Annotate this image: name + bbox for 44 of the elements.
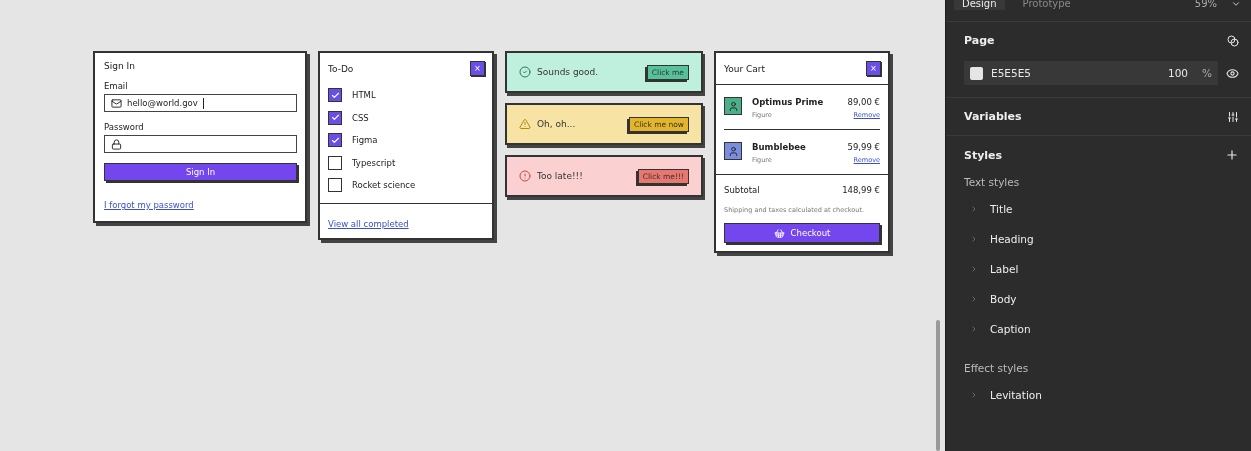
- todo-label: HTML: [352, 90, 376, 101]
- product-name: Optimus Prime: [752, 97, 825, 107]
- product-price: 89,00 €: [847, 97, 880, 107]
- checkout-button[interactable]: Checkout: [724, 223, 880, 243]
- fill-opacity: 100: [1167, 67, 1188, 79]
- style-item[interactable]: Label: [964, 254, 1239, 284]
- todo-label: Figma: [352, 135, 378, 146]
- fill-field[interactable]: E5E5E5 100 %: [964, 61, 1218, 85]
- style-item[interactable]: Caption: [964, 314, 1239, 344]
- product-name: Bumblebee: [752, 142, 807, 152]
- product-price: 59,99 €: [847, 142, 880, 152]
- close-button[interactable]: ×: [470, 61, 485, 76]
- subtotal-value: 148,99 €: [842, 185, 880, 195]
- card-title: To-Do: [328, 63, 354, 74]
- section-title: Page: [964, 34, 995, 47]
- panel-tab[interactable]: Design: [954, 0, 1005, 10]
- email-field[interactable]: hello@world.gov: [104, 94, 297, 112]
- fill-hex: E5E5E5: [991, 67, 1031, 79]
- section-title: Variables: [964, 110, 1022, 123]
- forgot-password-link[interactable]: I forgot my password: [104, 200, 194, 210]
- sign-in-button[interactable]: Sign In: [104, 163, 297, 181]
- close-button[interactable]: ×: [866, 61, 881, 76]
- alert-message: Sounds good.: [537, 67, 599, 77]
- view-completed-link[interactable]: View all completed: [328, 218, 409, 229]
- field-label: Email: [104, 81, 129, 91]
- todo-label: Rocket science: [352, 180, 416, 191]
- percent-sign: %: [1202, 67, 1212, 79]
- style-item[interactable]: Title: [964, 194, 1239, 224]
- section-title: Styles: [964, 148, 1003, 162]
- style-item[interactable]: Body: [964, 284, 1239, 314]
- alert-message: Too late!!!: [537, 171, 583, 181]
- todo-label: CSS: [352, 112, 369, 123]
- subsection-title: Text styles: [964, 176, 1021, 188]
- alert-message: Oh, oh...: [537, 119, 576, 129]
- card-title: Sign In: [104, 61, 136, 71]
- zoom-level[interactable]: 59%: [1194, 0, 1217, 9]
- card-title: Your Cart: [724, 63, 766, 74]
- panel-tab[interactable]: Prototype: [1014, 0, 1079, 10]
- todo-label: Typescript: [352, 157, 396, 168]
- style-item[interactable]: Heading: [964, 224, 1239, 254]
- subsection-title: Effect styles: [964, 362, 1030, 374]
- subtotal-label: Subtotal: [724, 185, 760, 195]
- style-item[interactable]: Levitation: [964, 380, 1239, 410]
- field-label: Password: [104, 122, 145, 132]
